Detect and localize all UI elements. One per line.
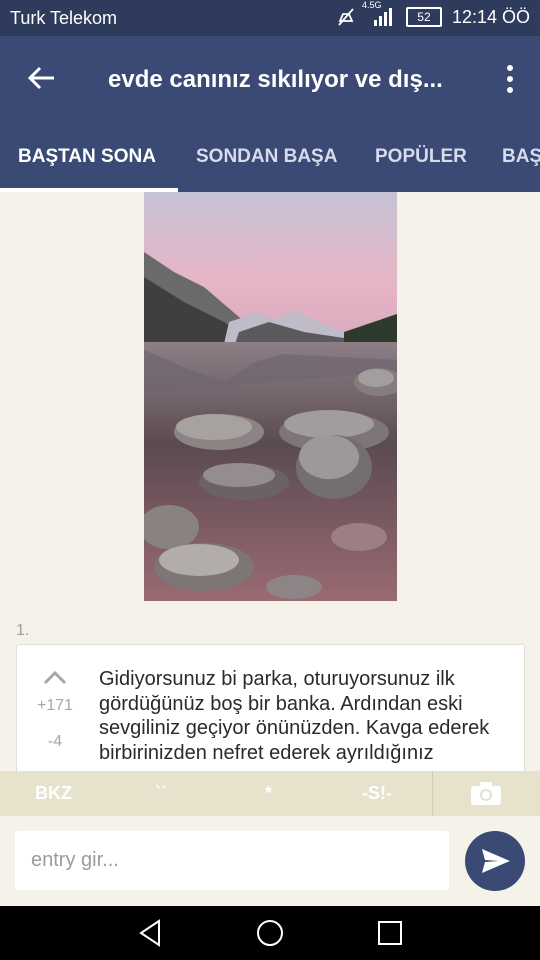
system-nav-bar — [0, 906, 540, 960]
more-vert-icon[interactable] — [500, 62, 520, 98]
battery-icon: 52 — [405, 7, 442, 27]
entry-text: Gidiyorsunuz bi parka, oturuyorsunuz ilk… — [99, 668, 490, 764]
entry-image[interactable] — [144, 192, 397, 601]
network-type: 4.5G — [361, 0, 382, 10]
battery-level: 52 — [417, 10, 431, 24]
sort-tabs: BAŞTAN SONA SONDAN BAŞA POPÜLER BAŞ — [0, 122, 540, 192]
entry-input[interactable] — [15, 831, 449, 890]
nav-home-icon[interactable] — [255, 918, 285, 948]
status-icons: 4.5G 52 12:14 ÖÖ — [336, 0, 530, 28]
carrier-name: Turk Telekom — [10, 8, 118, 28]
upvote-count: +171 — [37, 697, 74, 714]
star-button[interactable]: * — [265, 783, 272, 804]
entry-card: +171 -4 Gidiyorsunuz bi parka, oturuyors… — [16, 644, 525, 776]
nav-recents-icon[interactable] — [375, 918, 405, 948]
bkz-button[interactable]: BKZ — [35, 783, 72, 804]
camera-icon[interactable] — [470, 780, 502, 806]
downvote-count[interactable]: -4 — [37, 733, 73, 751]
mute-icon — [338, 8, 354, 26]
toolbar-divider — [432, 771, 433, 816]
backtick-button[interactable]: `` — [155, 783, 167, 804]
tab-sondan-basa[interactable]: SONDAN BAŞA — [196, 146, 337, 168]
clock: 12:14 ÖÖ — [451, 6, 530, 27]
composer-bar — [0, 816, 540, 906]
vote-column: +171 -4 — [37, 667, 73, 751]
send-button[interactable] — [465, 831, 525, 891]
status-bar: Turk Telekom 4.5G 52 12:14 ÖÖ — [0, 0, 540, 36]
nav-back-icon[interactable] — [135, 918, 165, 948]
app-bar: evde canınız sıkılıyor ve dış... — [0, 36, 540, 122]
back-arrow-icon[interactable] — [24, 60, 60, 96]
tab-populer[interactable]: POPÜLER — [375, 146, 467, 168]
tab-bas[interactable]: BAŞ — [502, 146, 540, 168]
signal-icon: 4.5G — [362, 0, 396, 28]
send-icon — [482, 849, 510, 873]
entry-number: 1. — [16, 622, 30, 639]
format-toolbar: BKZ `` * -S!- — [0, 771, 540, 816]
tab-bastan-sona[interactable]: BAŞTAN SONA — [18, 146, 156, 168]
upvote-chevron-icon[interactable] — [42, 667, 68, 687]
spoiler-button[interactable]: -S!- — [362, 783, 392, 804]
topic-title: evde canınız sıkılıyor ve dış... — [108, 66, 443, 93]
